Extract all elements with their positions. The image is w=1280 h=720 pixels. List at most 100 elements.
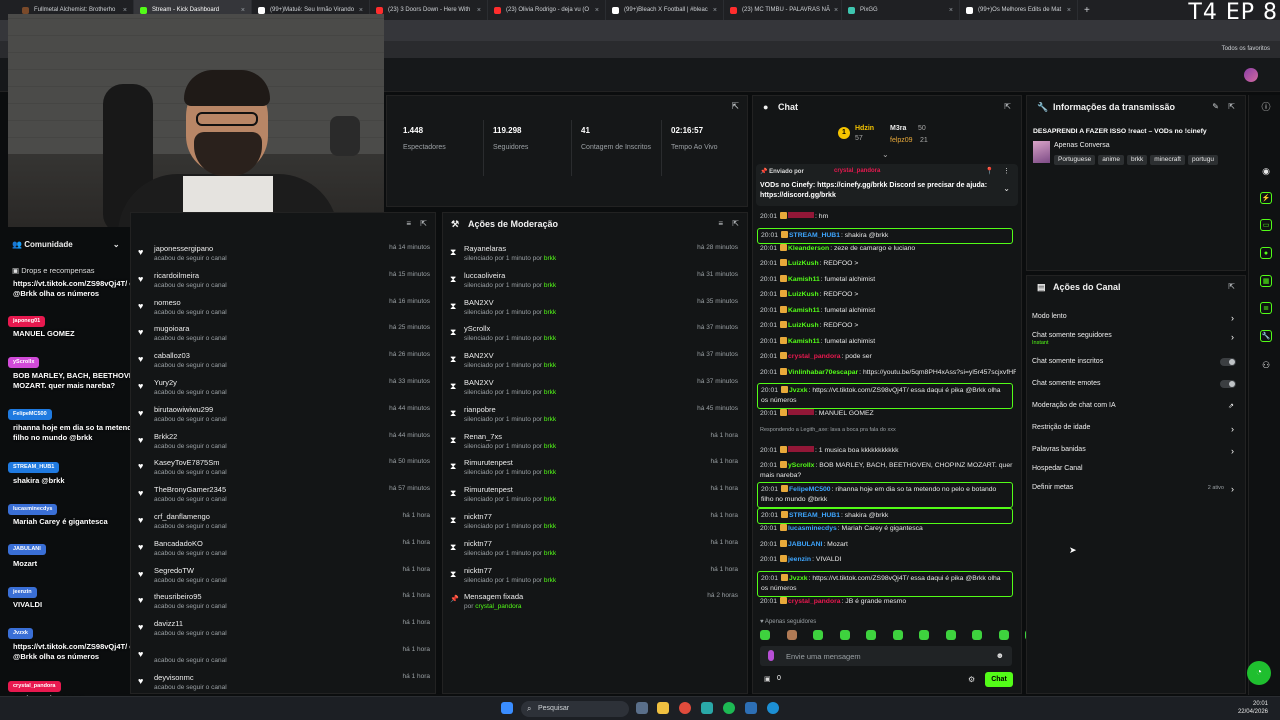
mic-icon[interactable] — [768, 650, 774, 661]
browser-tab[interactable]: (23) Olivia Rodrigo - deja vu (O × — [488, 0, 606, 20]
camera-icon[interactable]: ◉ — [1260, 165, 1272, 177]
follower-name[interactable]: nomeso — [154, 298, 181, 307]
chat-input[interactable]: Envie uma mensagem ☻ — [760, 646, 1012, 666]
stream-tag[interactable]: portugu — [1187, 155, 1219, 165]
channel-action-row[interactable]: Moderação de chat com IA ⇗ — [1032, 402, 1238, 410]
close-icon[interactable]: × — [355, 7, 363, 14]
channel-action-row[interactable]: Definir metas › 2 ativo — [1032, 484, 1238, 494]
chat-icon[interactable]: ● — [1260, 247, 1272, 259]
follower-name[interactable]: theusribeiro95 — [154, 592, 202, 601]
close-icon[interactable]: × — [119, 7, 127, 14]
windows-start-icon[interactable] — [501, 702, 513, 714]
browser-tab[interactable]: (99+)Os Melhores Edits de Mat × — [960, 0, 1078, 20]
chat-username[interactable]: Jvzxk — [789, 575, 808, 582]
moderated-user[interactable]: rianpobre — [464, 405, 496, 414]
chat-username[interactable]: Kleanderson — [788, 245, 829, 252]
more-icon[interactable]: ⋮ — [1003, 167, 1010, 175]
app-icon[interactable] — [701, 702, 713, 714]
moderated-user[interactable]: yScrollx — [464, 324, 490, 333]
chat-username[interactable]: FelipeMC500 — [789, 486, 831, 493]
drops-rewards-link[interactable]: ▣ Drops e recompensas — [12, 266, 95, 275]
chat-username[interactable]: Kamish11 — [788, 307, 820, 314]
chat-username[interactable]: yScrollx — [788, 462, 814, 469]
support-chat-button[interactable]: ◔ — [1247, 661, 1271, 685]
emote-icon[interactable] — [919, 630, 929, 640]
close-icon[interactable]: × — [945, 7, 953, 14]
chat-username[interactable]: crystal_pandora — [788, 353, 841, 360]
emote-icon[interactable] — [839, 630, 850, 640]
follower-name[interactable]: davizz11 — [154, 619, 183, 628]
follower-name[interactable]: caballoz03 — [154, 351, 190, 360]
emote-icon[interactable] — [866, 630, 876, 640]
chat-username[interactable]: lucasminecdys — [788, 525, 837, 532]
channel-action-row[interactable]: Chat somente emotes — [1032, 380, 1238, 388]
moderated-user[interactable]: nicktn77 — [464, 566, 492, 575]
list-icon[interactable]: ≣ — [1260, 302, 1272, 314]
chevron-right-icon[interactable]: › — [1231, 332, 1234, 342]
follower-name[interactable]: Brkk22 — [154, 432, 177, 441]
popout-icon[interactable]: ⇱ — [732, 219, 739, 228]
emote-icon[interactable] — [786, 630, 797, 640]
close-icon[interactable]: × — [473, 7, 481, 14]
stream-tag[interactable]: anime — [1098, 155, 1124, 165]
moderated-user[interactable]: Renan_7xs — [464, 432, 502, 441]
edit-icon[interactable]: ✎ — [1212, 102, 1219, 111]
chat-username[interactable] — [788, 409, 815, 415]
popout-icon[interactable]: ⇱ — [1004, 102, 1011, 111]
filter-icon[interactable]: ≡ — [406, 219, 411, 228]
popout-icon[interactable]: ⇱ — [1228, 282, 1235, 291]
users-icon[interactable]: ⚇ — [1260, 359, 1272, 371]
follower-name[interactable]: KaseyTovE7875Sm — [154, 458, 219, 467]
follower-name[interactable]: BancadadoKO — [154, 539, 203, 548]
follower-name[interactable]: Yury2y — [154, 378, 177, 387]
chat-username[interactable]: JABULANI — [788, 541, 822, 548]
community-heading[interactable]: 👥 Comunidade ⌄ — [12, 240, 120, 249]
chevron-right-icon[interactable]: › — [1231, 446, 1234, 456]
emote-icon[interactable] — [760, 630, 770, 640]
moderated-user[interactable]: Rimurutenpest — [464, 485, 513, 494]
chat-username[interactable]: jeenzin — [788, 556, 811, 563]
emote-icon[interactable] — [998, 630, 1009, 640]
chat-username[interactable]: Jvzxk — [789, 387, 808, 394]
emote-icon[interactable] — [945, 630, 956, 640]
moderated-user[interactable]: nicktn77 — [464, 512, 492, 521]
chevron-right-icon[interactable]: › — [1231, 424, 1234, 434]
chat-username[interactable]: STREAM_HUB1 — [789, 232, 840, 239]
follower-name[interactable]: crf_danflamengo — [154, 512, 210, 521]
avatar[interactable] — [1244, 68, 1258, 82]
close-icon[interactable]: × — [1063, 7, 1071, 14]
chat-username[interactable]: STREAM_HUB1 — [789, 512, 840, 519]
channel-action-row[interactable]: Chat somente inscritos — [1032, 358, 1238, 366]
chat-username[interactable] — [788, 445, 815, 452]
popout-icon[interactable]: ⇱ — [1228, 102, 1235, 111]
channel-action-row[interactable]: Palavras banidas › — [1032, 446, 1238, 456]
moderated-user[interactable]: nicktn77 — [464, 539, 492, 548]
close-icon[interactable]: × — [709, 7, 717, 14]
app-icon[interactable] — [745, 702, 757, 714]
clipboard-icon[interactable]: ▭ — [1260, 219, 1272, 231]
toggle-switch[interactable] — [1220, 358, 1236, 366]
stream-tag[interactable]: Portuguese — [1054, 155, 1096, 165]
follower-name[interactable]: mugoioara — [154, 324, 189, 333]
new-tab-button[interactable]: + — [1084, 5, 1090, 16]
chat-username[interactable]: Kamish11 — [788, 276, 820, 283]
app-icon[interactable] — [767, 702, 779, 714]
moderated-user[interactable]: Rimurutenpest — [464, 458, 513, 467]
stream-tag[interactable]: minecraft — [1150, 155, 1185, 165]
follower-name[interactable]: SegredoTW — [154, 566, 194, 575]
chat-username[interactable]: LuizKush — [788, 260, 819, 267]
close-icon[interactable]: × — [830, 7, 838, 14]
channel-action-row[interactable]: Restrição de idade › — [1032, 424, 1238, 434]
follower-name[interactable]: birutaowiwiwu299 — [154, 405, 213, 414]
emote-icon[interactable] — [972, 630, 982, 640]
browser-tab[interactable]: (23) MC TIMBU - PALAVRAS NÃ × — [724, 0, 842, 20]
moderated-user[interactable]: BAN2XV — [464, 378, 494, 387]
moderated-user[interactable]: BAN2XV — [464, 298, 494, 307]
gift-icon[interactable]: ▣ — [764, 675, 771, 683]
chat-username[interactable] — [788, 212, 815, 218]
follower-name[interactable]: ricardoilmeira — [154, 271, 199, 280]
stream-tag[interactable]: brkk — [1126, 155, 1148, 165]
follower-name[interactable]: deyvisonmc — [154, 673, 194, 682]
filter-icon[interactable]: ≡ — [718, 219, 723, 228]
file-explorer-icon[interactable] — [657, 702, 669, 714]
